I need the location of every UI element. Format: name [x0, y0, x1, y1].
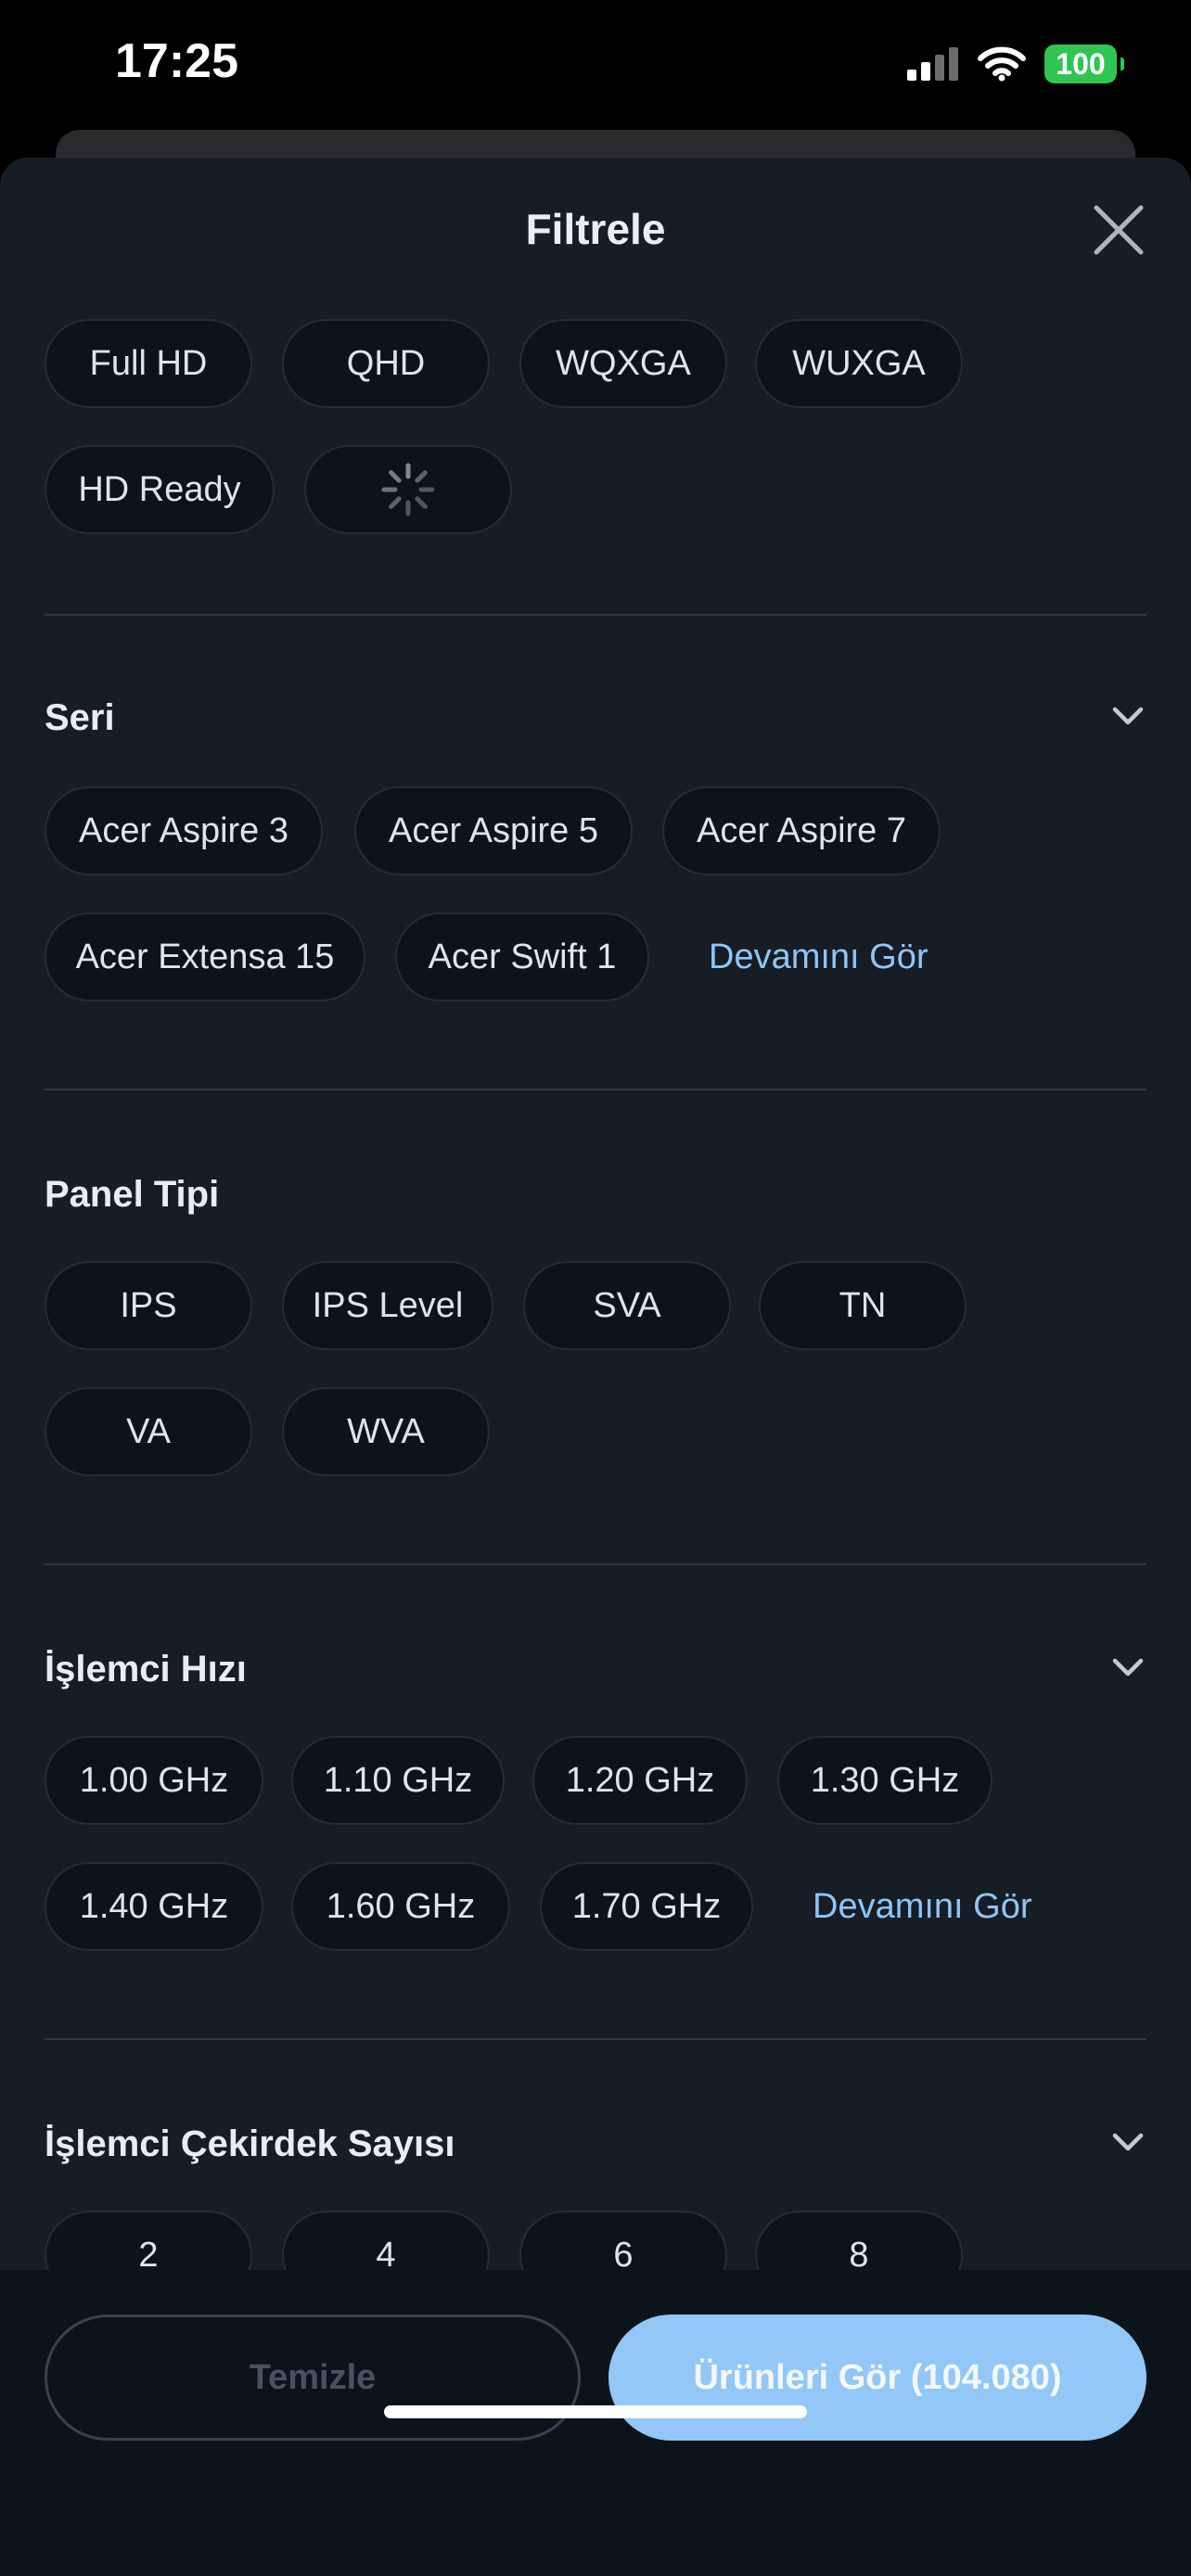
sheet-title: Filtrele — [525, 205, 666, 253]
chip-va[interactable]: VA — [45, 1387, 252, 1476]
chip-loading — [304, 445, 512, 534]
status-bar: 17:25 100 — [0, 0, 1191, 139]
section-title-seri: Seri — [45, 697, 115, 738]
section-title-panel-tipi: Panel Tipi — [45, 1174, 220, 1215]
divider — [45, 1089, 1146, 1090]
chip-wuxga[interactable]: WUXGA — [755, 319, 963, 408]
chip-acer-aspire-5[interactable]: Acer Aspire 5 — [354, 786, 633, 875]
wifi-icon — [978, 46, 1026, 82]
action-footer: Temizle Ürünleri Gör (104.080) — [0, 2270, 1191, 2576]
chip-1-00-ghz[interactable]: 1.00 GHz — [45, 1736, 263, 1825]
sheet-header: Filtrele — [0, 158, 1191, 306]
chip-wva[interactable]: WVA — [282, 1387, 490, 1476]
chip-acer-aspire-7[interactable]: Acer Aspire 7 — [662, 786, 941, 875]
loading-spinner-icon — [381, 463, 435, 516]
chevron-down-icon[interactable] — [1109, 1649, 1146, 1686]
chip-full-hd[interactable]: Full HD — [45, 319, 252, 408]
home-indicator[interactable] — [384, 2405, 807, 2418]
cellular-signal-icon — [907, 47, 958, 81]
status-icons: 100 — [907, 45, 1124, 83]
chip-acer-aspire-3[interactable]: Acer Aspire 3 — [45, 786, 323, 875]
chip-acer-swift-1[interactable]: Acer Swift 1 — [395, 912, 649, 1001]
chip-tn[interactable]: TN — [759, 1261, 967, 1350]
chip-1-20-ghz[interactable]: 1.20 GHz — [532, 1736, 748, 1825]
chip-ips-level[interactable]: IPS Level — [282, 1261, 493, 1350]
divider — [45, 614, 1146, 616]
chip-wqxga[interactable]: WQXGA — [519, 319, 727, 408]
battery-indicator: 100 — [1044, 45, 1124, 83]
chip-1-70-ghz[interactable]: 1.70 GHz — [540, 1862, 753, 1951]
status-time: 17:25 — [115, 34, 238, 88]
divider — [45, 1563, 1146, 1565]
chip-1-60-ghz[interactable]: 1.60 GHz — [291, 1862, 510, 1951]
chevron-down-icon[interactable] — [1109, 697, 1146, 734]
filter-sheet: Filtrele Full HD QHD WQXGA WUXGA HD Read… — [0, 158, 1191, 2576]
filter-scroll-area[interactable]: Full HD QHD WQXGA WUXGA HD Ready Seri Ac… — [0, 306, 1191, 2420]
chip-qhd[interactable]: QHD — [282, 319, 490, 408]
chip-1-10-ghz[interactable]: 1.10 GHz — [291, 1736, 505, 1825]
seri-see-more-link[interactable]: Devamını Gör — [709, 912, 928, 1001]
clear-button[interactable]: Temizle — [45, 2315, 581, 2441]
section-title-islemci-hizi: İşlemci Hızı — [45, 1649, 247, 1690]
divider — [45, 2038, 1146, 2040]
cpu-speed-see-more-link[interactable]: Devamını Gör — [813, 1862, 1032, 1951]
show-products-button[interactable]: Ürünleri Gör (104.080) — [608, 2315, 1146, 2441]
close-icon[interactable] — [1091, 202, 1146, 258]
chip-sva[interactable]: SVA — [523, 1261, 731, 1350]
chip-1-30-ghz[interactable]: 1.30 GHz — [777, 1736, 992, 1825]
chip-1-40-ghz[interactable]: 1.40 GHz — [45, 1862, 263, 1951]
chip-acer-extensa-15[interactable]: Acer Extensa 15 — [45, 912, 365, 1001]
section-title-islemci-cekirdek: İşlemci Çekirdek Sayısı — [45, 2123, 455, 2164]
chevron-down-icon[interactable] — [1109, 2123, 1146, 2161]
chip-ips[interactable]: IPS — [45, 1261, 252, 1350]
chip-hd-ready[interactable]: HD Ready — [45, 445, 275, 534]
